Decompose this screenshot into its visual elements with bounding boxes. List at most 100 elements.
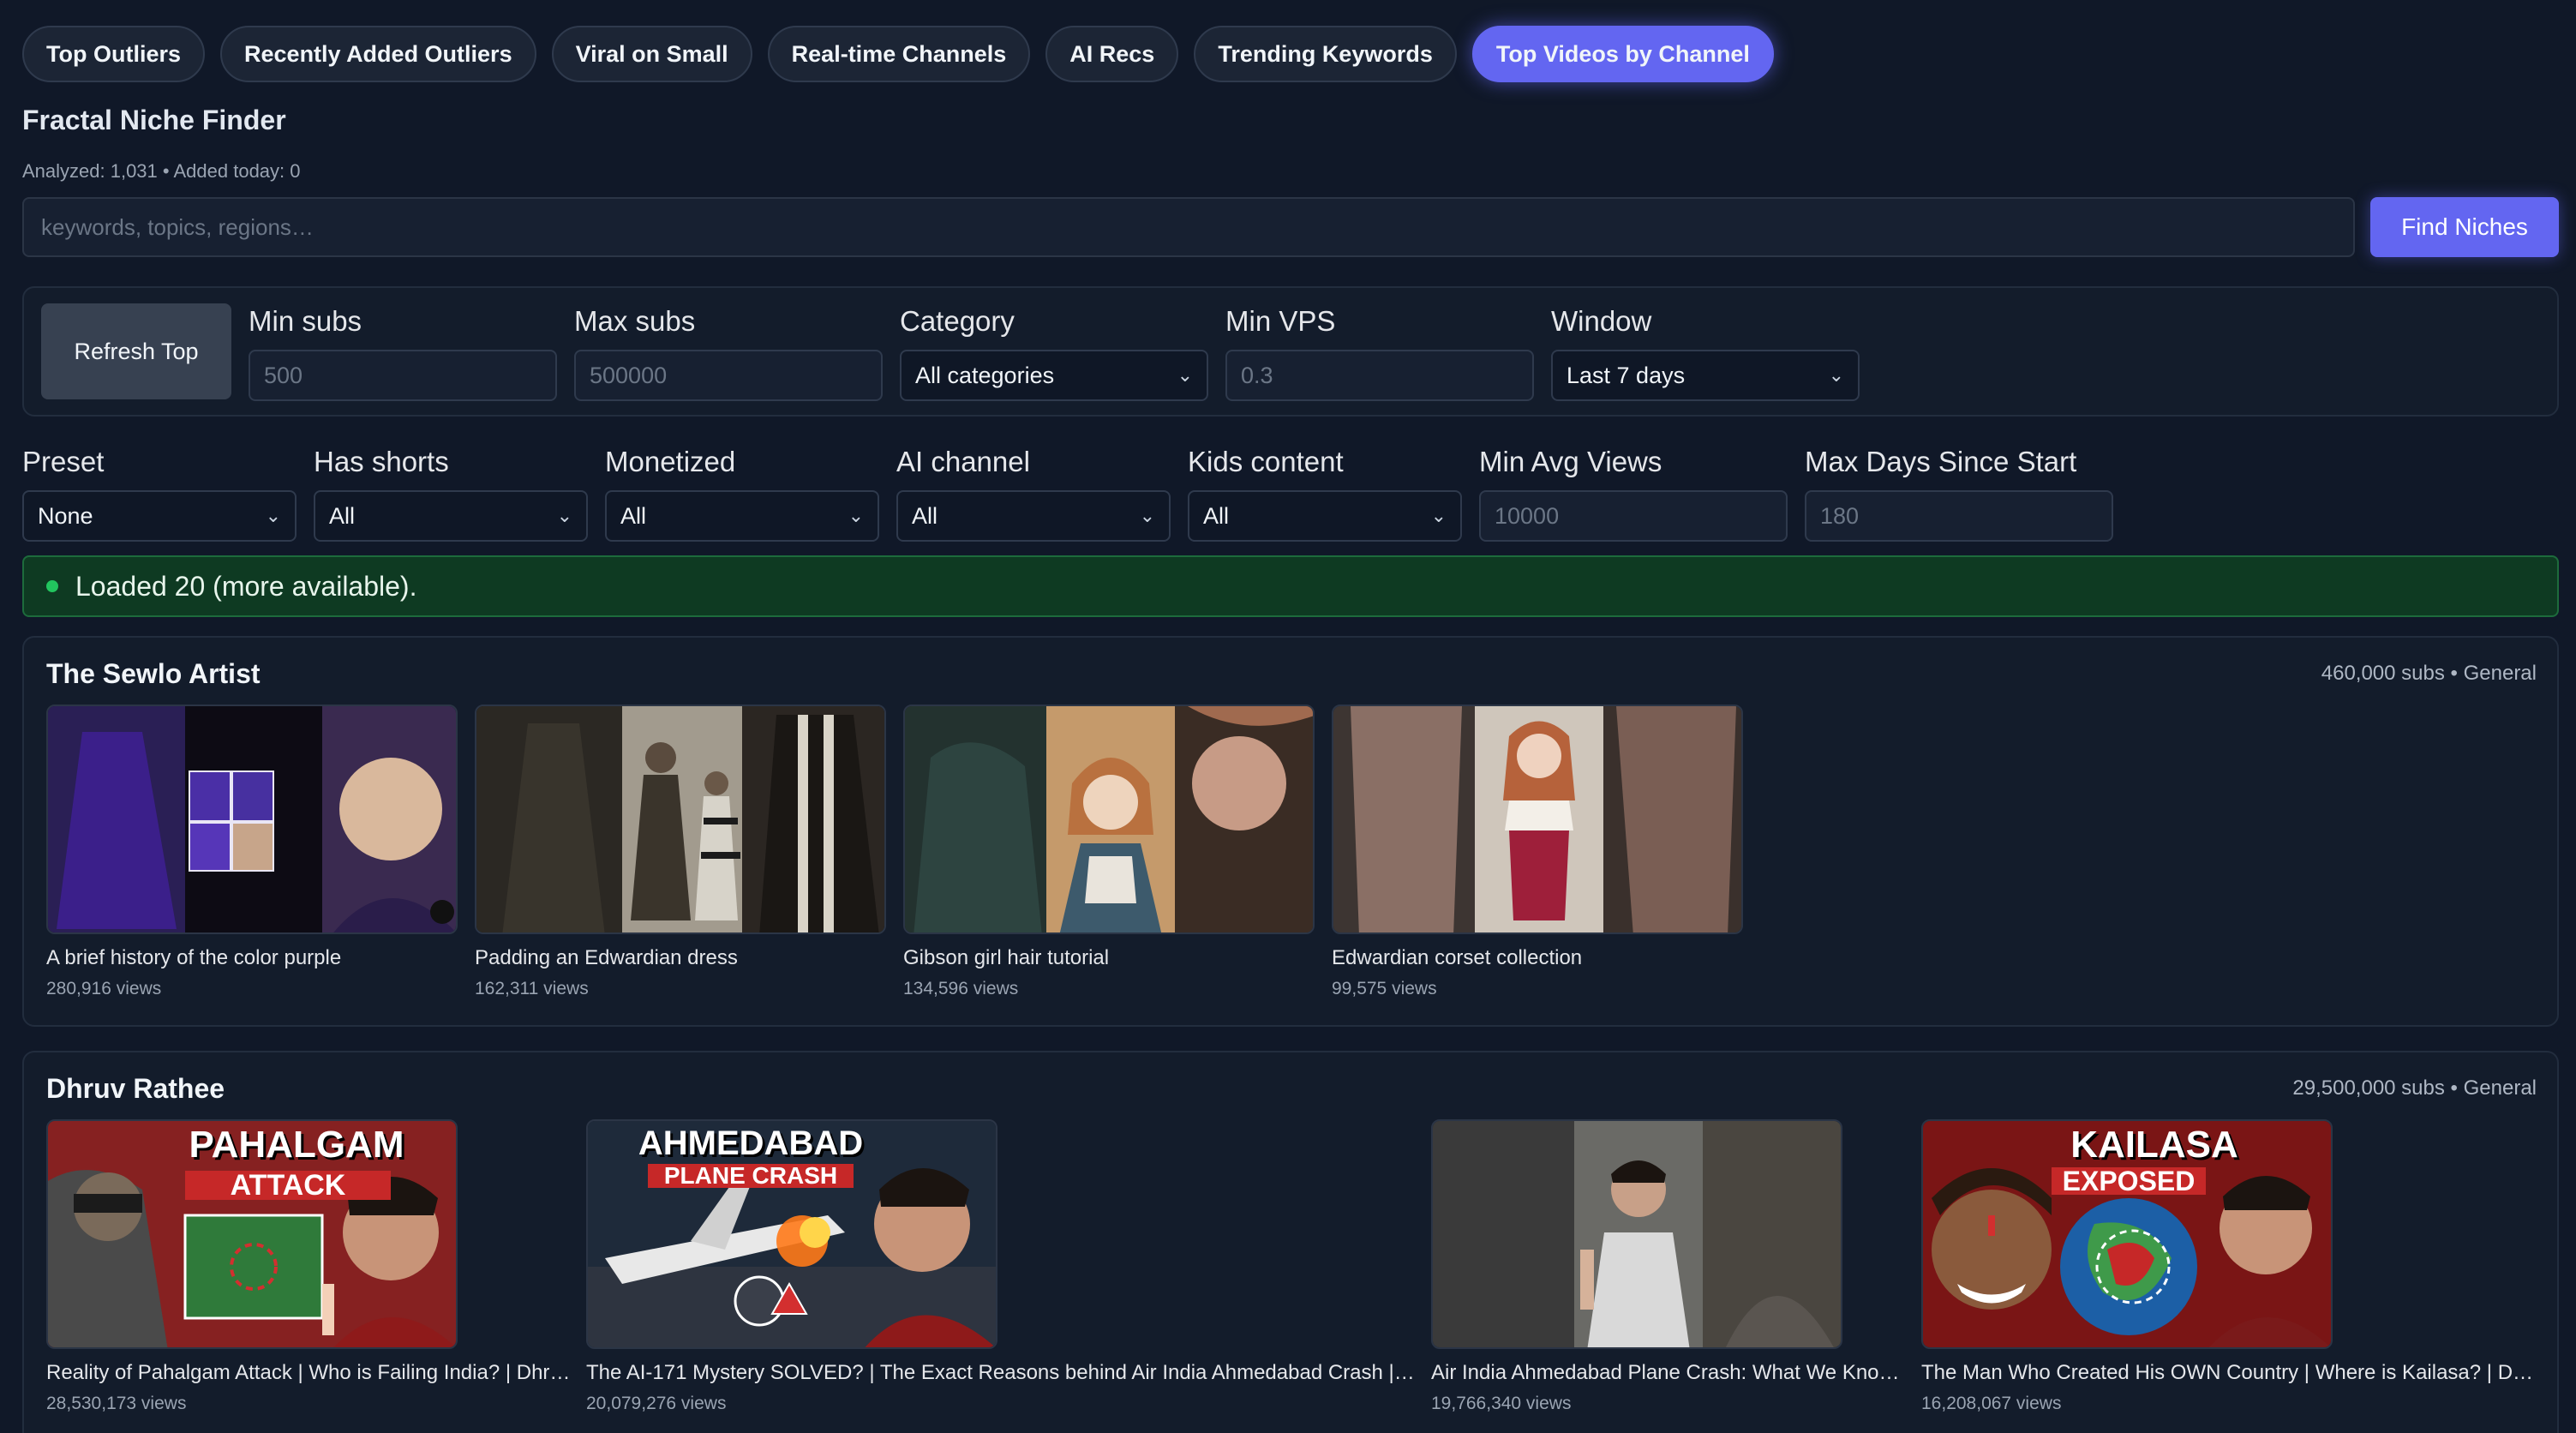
ai-channel-select[interactable]: All ⌄ [896, 490, 1171, 542]
video-thumbnail[interactable]: PAHALGAM ATTACK [46, 1119, 458, 1349]
min-vps-placeholder: 0.3 [1241, 362, 1273, 388]
min-avg-views-field: Min Avg Views 10000 [1479, 446, 1788, 542]
video-thumbnail[interactable] [903, 705, 1315, 934]
analysis-stats: Analyzed: 1,031 • Added today: 0 [22, 160, 301, 182]
monetized-value: All [620, 502, 647, 529]
min-vps-input[interactable]: 0.3 [1225, 350, 1534, 401]
max-days-input[interactable]: 180 [1805, 490, 2113, 542]
kids-content-field: Kids content All ⌄ [1188, 446, 1462, 542]
video-card[interactable]: Padding an Edwardian dress 162,311 views [475, 705, 886, 999]
thumb-headline: AHMEDABAD [638, 1124, 864, 1162]
video-title[interactable]: The Man Who Created His OWN Country | Wh… [1921, 1361, 2538, 1385]
video-thumbnail[interactable] [1332, 705, 1743, 934]
chevron-down-icon: ⌄ [556, 505, 572, 526]
search-input[interactable] [22, 197, 2355, 257]
monetized-field: Monetized All ⌄ [605, 446, 879, 542]
chevron-down-icon: ⌄ [1139, 505, 1155, 526]
ai-channel-label: AI channel [896, 446, 1030, 477]
tab-recently-added-outliers[interactable]: Recently Added Outliers [220, 26, 536, 82]
window-field: Window Last 7 days ⌄ [1551, 305, 1860, 401]
monetized-label: Monetized [605, 446, 736, 477]
video-thumbnail[interactable] [475, 705, 886, 934]
thumb-subhead: PLANE CRASH [648, 1164, 854, 1188]
video-card[interactable]: Edwardian corset collection 99,575 views [1332, 705, 1743, 999]
has-shorts-select[interactable]: All ⌄ [314, 490, 588, 542]
video-views: 162,311 views [475, 979, 589, 998]
video-views: 28,530,173 views [46, 1394, 187, 1413]
thumb-subhead: ATTACK [185, 1171, 391, 1200]
refresh-top-button[interactable]: Refresh Top [41, 303, 231, 399]
video-card[interactable]: A brief history of the color purple 280,… [46, 705, 458, 999]
thumb-headline: KAILASA [2070, 1124, 2238, 1166]
video-views: 20,079,276 views [586, 1394, 727, 1413]
min-avg-views-input[interactable]: 10000 [1479, 490, 1788, 542]
video-title[interactable]: Reality of Pahalgam Attack | Who is Fail… [46, 1361, 578, 1385]
kids-content-value: All [1203, 502, 1230, 529]
video-views: 19,766,340 views [1431, 1394, 1572, 1413]
video-card[interactable]: Air India Ahmedabad Plane Crash: What We… [1431, 1119, 1911, 1414]
category-select[interactable]: All categories ⌄ [900, 350, 1208, 401]
page-title: Fractal Niche Finder [22, 105, 286, 135]
video-title[interactable]: Edwardian corset collection [1332, 946, 1743, 970]
video-card[interactable]: AHMEDABAD PLANE CRASH The AI-171 Mystery… [586, 1119, 1419, 1414]
min-subs-input[interactable]: 500 [249, 350, 557, 401]
min-subs-field: Min subs 500 [249, 305, 557, 401]
video-thumbnail[interactable]: AHMEDABAD PLANE CRASH [586, 1119, 997, 1349]
min-avg-views-label: Min Avg Views [1479, 446, 1662, 477]
tab-bar: Top Outliers Recently Added Outliers Vir… [22, 26, 1774, 82]
has-shorts-field: Has shorts All ⌄ [314, 446, 588, 542]
chevron-down-icon: ⌄ [1828, 364, 1844, 386]
kids-content-select[interactable]: All ⌄ [1188, 490, 1462, 542]
channel-name[interactable]: Dhruv Rathee [46, 1073, 225, 1105]
preset-field: Preset None ⌄ [22, 446, 297, 542]
video-title[interactable]: The AI-171 Mystery SOLVED? | The Exact R… [586, 1361, 1419, 1385]
min-subs-label: Min subs [249, 305, 362, 337]
channel-card: The Sewlo Artist 460,000 subs • General … [22, 636, 2559, 1027]
chevron-down-icon: ⌄ [848, 505, 864, 526]
has-shorts-value: All [329, 502, 356, 529]
tab-trending-keywords[interactable]: Trending Keywords [1194, 26, 1457, 82]
video-card[interactable]: Gibson girl hair tutorial 134,596 views [903, 705, 1315, 999]
status-dot-icon [46, 580, 58, 592]
video-title[interactable]: Padding an Edwardian dress [475, 946, 886, 970]
find-niches-button[interactable]: Find Niches [2370, 197, 2559, 257]
window-value: Last 7 days [1567, 362, 1686, 388]
window-label: Window [1551, 305, 1652, 337]
tab-viral-on-small[interactable]: Viral on Small [551, 26, 752, 82]
window-select[interactable]: Last 7 days ⌄ [1551, 350, 1860, 401]
min-vps-label: Min VPS [1225, 305, 1336, 337]
video-views: 134,596 views [903, 979, 1019, 998]
tab-real-time-channels[interactable]: Real-time Channels [767, 26, 1031, 82]
max-subs-label: Max subs [574, 305, 696, 337]
tab-top-outliers[interactable]: Top Outliers [22, 26, 206, 82]
channel-meta: 29,500,000 subs • General [2292, 1076, 2537, 1100]
video-card[interactable]: KAILASA EXPOSED The Man Who Created His … [1921, 1119, 2538, 1414]
channel-name[interactable]: The Sewlo Artist [46, 658, 261, 690]
thumb-headline: PAHALGAM [189, 1124, 404, 1166]
video-thumbnail[interactable] [46, 705, 458, 934]
max-subs-field: Max subs 500000 [574, 305, 883, 401]
ai-channel-value: All [912, 502, 938, 529]
min-subs-placeholder: 500 [264, 362, 303, 388]
category-value: All categories [915, 362, 1055, 388]
tab-ai-recs[interactable]: AI Recs [1045, 26, 1179, 82]
chevron-down-icon: ⌄ [1430, 505, 1447, 526]
preset-select[interactable]: None ⌄ [22, 490, 297, 542]
max-subs-input[interactable]: 500000 [574, 350, 883, 401]
ai-channel-field: AI channel All ⌄ [896, 446, 1171, 542]
status-banner: Loaded 20 (more available). [22, 555, 2559, 617]
channel-meta: 460,000 subs • General [2321, 662, 2537, 685]
video-title[interactable]: A brief history of the color purple [46, 946, 458, 970]
video-card[interactable]: PAHALGAM ATTACK Reality of Pahalgam Atta… [46, 1119, 578, 1414]
video-title[interactable]: Gibson girl hair tutorial [903, 946, 1315, 970]
thumb-subhead: EXPOSED [2052, 1167, 2206, 1195]
video-thumbnail[interactable] [1431, 1119, 1842, 1349]
min-vps-field: Min VPS 0.3 [1225, 305, 1534, 401]
status-text: Loaded 20 (more available). [75, 570, 417, 602]
category-field: Category All categories ⌄ [900, 305, 1208, 401]
monetized-select[interactable]: All ⌄ [605, 490, 879, 542]
video-title[interactable]: Air India Ahmedabad Plane Crash: What We… [1431, 1361, 1911, 1385]
preset-label: Preset [22, 446, 105, 477]
video-thumbnail[interactable]: KAILASA EXPOSED [1921, 1119, 2333, 1349]
tab-top-videos-by-channel[interactable]: Top Videos by Channel [1471, 26, 1774, 82]
